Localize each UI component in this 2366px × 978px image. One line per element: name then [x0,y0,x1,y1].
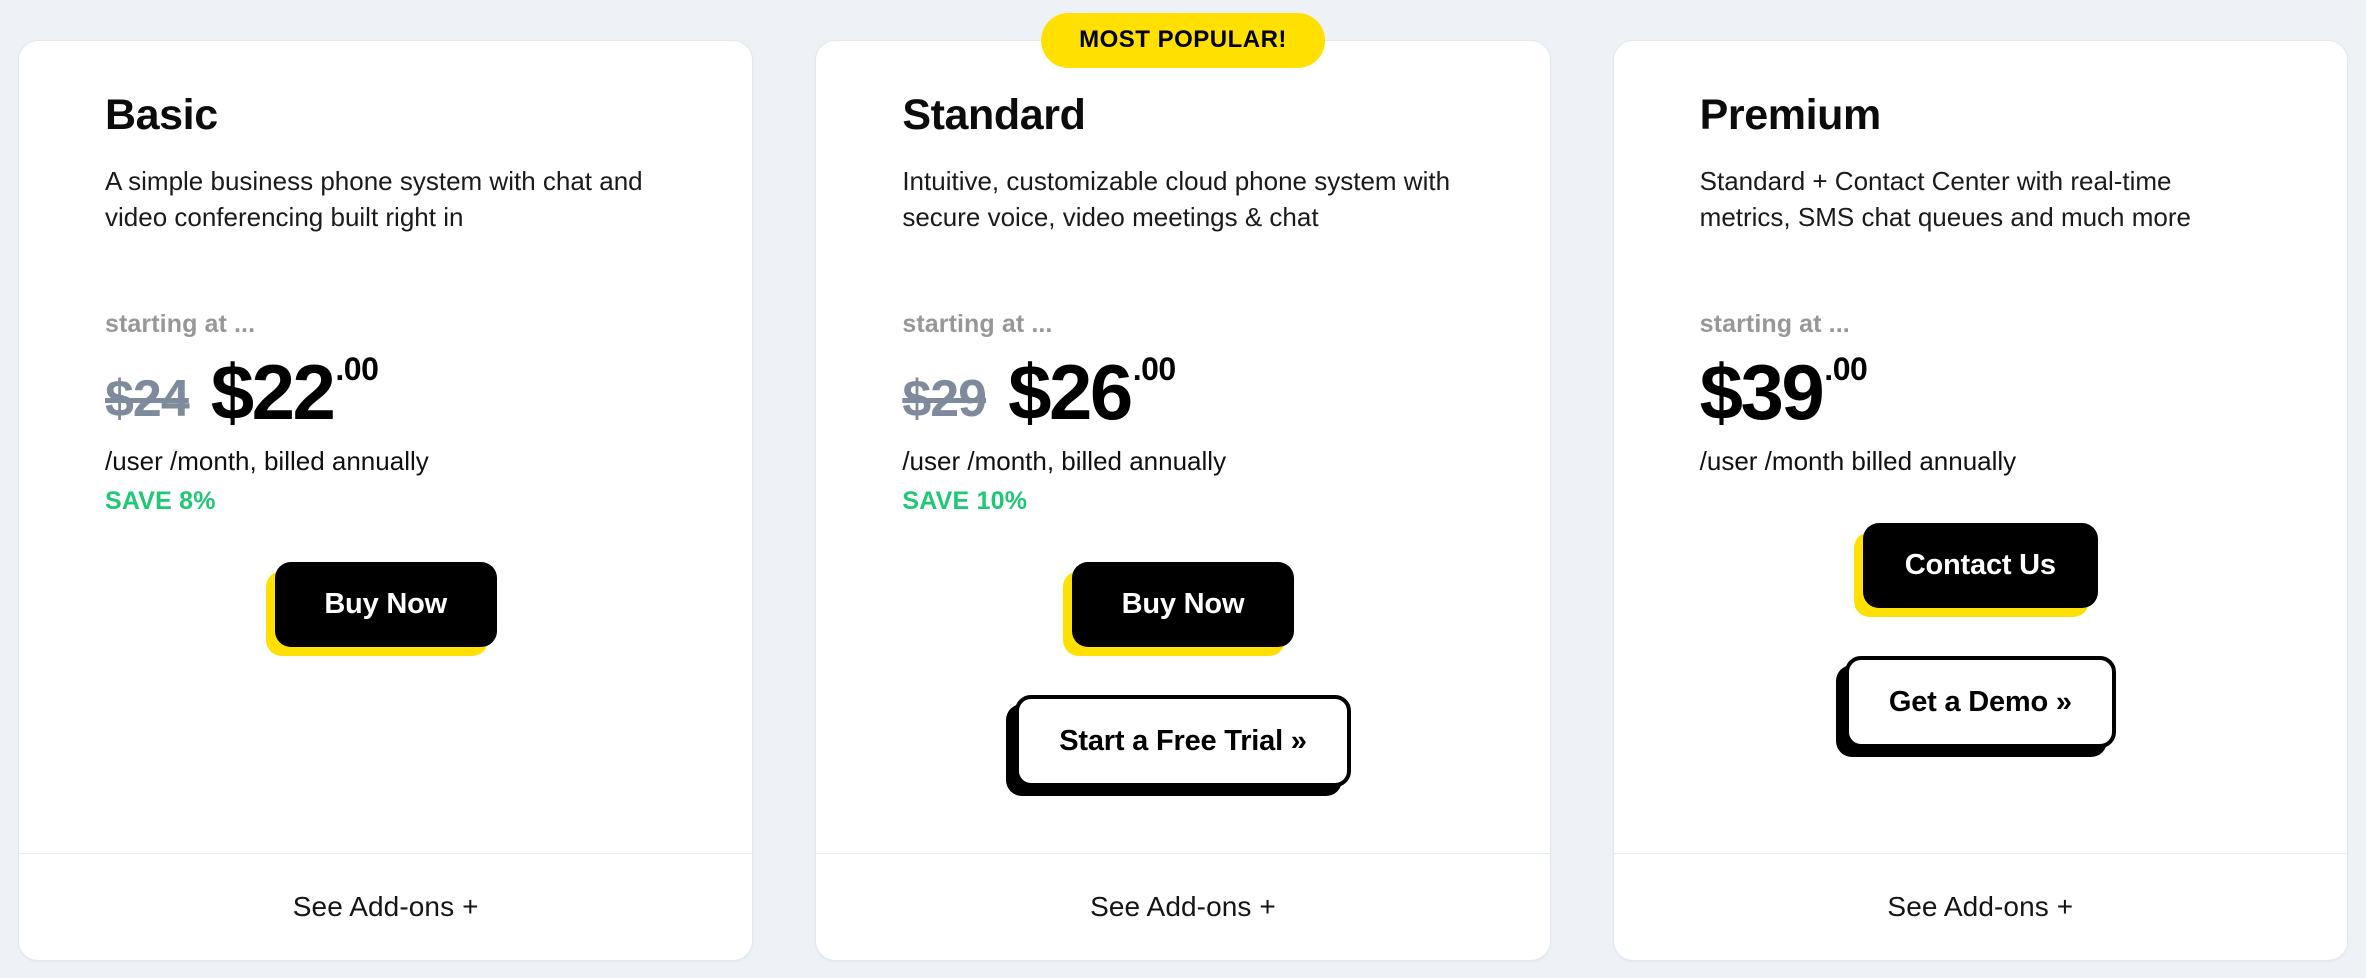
plan-description-premium: Standard + Contact Center with real-time… [1699,166,2191,233]
price-original-basic: $24 [105,369,190,428]
price-block-basic: starting at ... $24 $22 .00 /user /month… [105,309,666,517]
plan-card-basic: Basic A simple business phone system wit… [18,40,754,961]
starting-at-label-premium: starting at ... [1699,309,1850,338]
price-current-basic: $22 [210,348,336,437]
most-popular-badge: MOST POPULAR! [1041,13,1325,68]
save-badge-standard: SAVE 10% [902,487,1028,516]
price-current-standard: $26 [1008,348,1133,437]
plan-description-standard: Intuitive, customizable cloud phone syst… [902,166,1451,233]
price-original-standard: $29 [902,369,987,428]
see-addons-label-basic: See Add-ons + [292,891,479,922]
plan-title-standard: Standard [902,91,1086,139]
contact-us-button-premium[interactable]: Contact Us [1862,523,2098,609]
price-row-standard: $29 $26 .00 [902,348,1463,437]
see-addons-link-standard[interactable]: See Add-ons + [816,853,1550,960]
billing-note-basic: /user /month, billed annually [105,445,429,476]
starting-at-label-standard: starting at ... [902,309,1053,338]
billing-note-standard: /user /month, billed annually [902,445,1227,476]
starting-at-label-basic: starting at ... [105,309,256,338]
get-a-demo-button-premium[interactable]: Get a Demo » [1844,656,2116,749]
price-row-basic: $24 $22 .00 [105,348,666,437]
billing-note-premium: /user /month billed annually [1699,445,2017,476]
see-addons-label-premium: See Add-ons + [1887,891,2074,922]
plan-title-premium: Premium [1699,91,1882,139]
plan-body-premium: Premium Standard + Contact Center with r… [1614,41,2347,853]
plan-body-standard: Standard Intuitive, customizable cloud p… [816,41,1549,853]
start-free-trial-button-standard[interactable]: Start a Free Trial » [1015,695,1351,788]
price-cents-premium: .00 [1824,350,1868,387]
price-cents-basic: .00 [335,350,379,387]
buy-now-button-basic[interactable]: Buy Now [274,562,497,648]
plan-card-standard: MOST POPULAR! Standard Intuitive, custom… [815,13,1551,961]
price-current-premium: $39 [1699,348,1825,437]
pricing-plans-container: Basic A simple business phone system wit… [0,0,2366,978]
see-addons-label-standard: See Add-ons + [1090,891,1276,922]
price-block-standard: starting at ... $29 $26 .00 /user /month… [902,309,1463,517]
cta-area-premium: Contact Us Get a Demo » [1700,523,2261,749]
plan-title-basic: Basic [105,91,218,139]
price-cents-standard: .00 [1132,350,1176,387]
price-block-premium: starting at ... $39 .00 /user /month bil… [1699,309,2261,478]
plan-card-premium: Premium Standard + Contact Center with r… [1612,40,2348,961]
plan-description-basic: A simple business phone system with chat… [105,166,643,233]
cta-area-basic: Buy Now [105,562,666,648]
buy-now-button-standard[interactable]: Buy Now [1071,562,1294,648]
cta-area-standard: Buy Now Start a Free Trial » [902,562,1463,788]
price-row-premium: $39 .00 [1699,348,2261,437]
see-addons-link-basic[interactable]: See Add-ons + [19,853,753,960]
save-badge-basic: SAVE 8% [105,487,216,516]
plan-body-basic: Basic A simple business phone system wit… [19,41,752,853]
see-addons-link-premium[interactable]: See Add-ons + [1613,853,2347,960]
